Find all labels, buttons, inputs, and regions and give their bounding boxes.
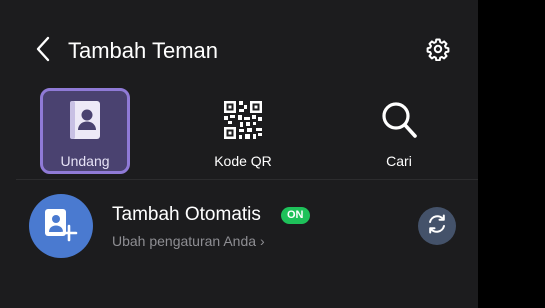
back-button[interactable] [28, 36, 58, 66]
add-friend-panel: Tambah Teman Undang Kode QR Cari Tambah … [0, 0, 478, 308]
divider [16, 179, 478, 180]
add-contact-icon [41, 204, 81, 249]
qr-code-label: Kode QR [214, 153, 272, 169]
settings-button[interactable] [424, 37, 452, 65]
gear-icon [426, 37, 450, 66]
chevron-right-icon: › [260, 233, 265, 249]
search-button[interactable]: Cari [354, 88, 444, 174]
page-title: Tambah Teman [68, 38, 219, 63]
contact-book-icon [61, 96, 109, 144]
chevron-left-icon [35, 36, 51, 67]
status-badge: ON [281, 207, 310, 224]
search-icon [375, 96, 423, 144]
add-method-row: Undang Kode QR Cari [0, 88, 478, 176]
auto-add-title: Tambah Otomatis [112, 204, 261, 225]
qr-code-button[interactable]: Kode QR [198, 88, 288, 174]
qr-code-icon [219, 96, 267, 144]
auto-add-subtitle[interactable]: Ubah pengaturan Anda › [112, 232, 265, 250]
sync-icon [426, 213, 448, 240]
invite-button[interactable]: Undang [40, 88, 130, 174]
search-label: Cari [386, 153, 412, 169]
header: Tambah Teman [0, 28, 478, 74]
auto-add-row[interactable]: Tambah Otomatis ON Ubah pengaturan Anda › [0, 190, 478, 264]
invite-label: Undang [60, 153, 110, 169]
auto-add-subtitle-text: Ubah pengaturan Anda [112, 233, 257, 249]
sync-button[interactable] [418, 207, 456, 245]
avatar [29, 194, 93, 258]
